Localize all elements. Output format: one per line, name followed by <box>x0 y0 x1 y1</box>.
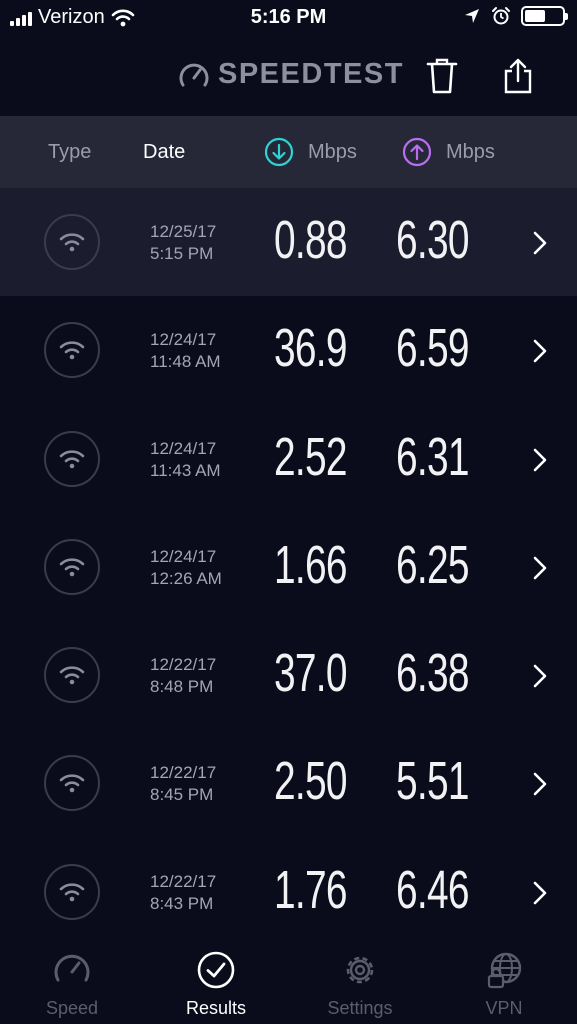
gear-icon <box>346 956 374 984</box>
result-datetime: 12/24/17 12:26 AM <box>150 546 222 590</box>
wifi-icon <box>59 774 85 793</box>
result-date: 12/22/17 <box>150 655 217 675</box>
connection-type-badge <box>44 863 100 920</box>
speedometer-logo-icon <box>179 63 209 86</box>
result-time: 8:45 PM <box>150 785 214 805</box>
column-date[interactable]: Date <box>143 116 185 188</box>
share-button[interactable] <box>496 54 540 98</box>
upload-speed: 5.51 <box>396 751 470 812</box>
result-row[interactable]: 12/22/17 8:43 PM 1.76 6.46 <box>0 838 577 946</box>
result-datetime: 12/22/17 8:48 PM <box>150 654 216 698</box>
tab-settings[interactable]: Settings <box>288 940 432 1024</box>
upload-speed: 6.59 <box>396 318 470 379</box>
download-unit-label: Mbps <box>308 140 357 163</box>
tab-results-label: Results <box>185 998 247 1018</box>
download-speed: 1.76 <box>274 859 348 920</box>
connection-type-badge <box>44 430 100 487</box>
result-time: 5:15 PM <box>150 244 214 263</box>
result-date: 12/24/17 <box>150 438 217 458</box>
app-header: SPEEDTEST <box>0 38 577 116</box>
speedtest-logo: SPEEDTEST <box>178 58 404 91</box>
logo-text: SPEEDTEST <box>218 58 404 90</box>
download-speed: 1.66 <box>274 534 348 595</box>
chevron-right-icon <box>533 448 547 471</box>
chevron-right-icon <box>533 664 547 688</box>
connection-type-badge <box>44 214 100 270</box>
column-download[interactable]: Mbps <box>264 116 357 188</box>
check-circle-icon <box>197 951 235 989</box>
result-time: 11:43 AM <box>150 460 221 480</box>
upload-speed: 6.25 <box>396 534 470 595</box>
result-date: 12/22/17 <box>150 871 217 891</box>
result-date: 12/24/17 <box>150 330 217 350</box>
tab-vpn[interactable]: VPN <box>432 940 576 1024</box>
result-date: 12/22/17 <box>150 763 217 783</box>
tab-vpn-label: VPN <box>485 998 523 1018</box>
upload-speed: 6.31 <box>396 426 470 487</box>
wifi-icon <box>59 558 85 577</box>
result-time: 12:26 AM <box>150 568 222 588</box>
share-icon <box>504 58 532 94</box>
result-row[interactable]: 12/22/17 8:45 PM 2.50 5.51 <box>0 729 577 837</box>
result-time: 8:43 PM <box>150 893 214 913</box>
chevron-right-icon <box>533 773 547 796</box>
result-datetime: 12/22/17 8:45 PM <box>150 762 216 806</box>
location-arrow-icon <box>465 9 479 23</box>
status-right <box>463 6 568 26</box>
result-datetime: 12/22/17 8:43 PM <box>150 871 216 915</box>
result-date: 12/25/17 <box>150 222 217 241</box>
upload-arrow-icon <box>402 137 432 167</box>
result-row[interactable]: 12/24/17 11:43 AM 2.52 6.31 <box>0 405 577 513</box>
tab-results[interactable]: Results <box>144 940 288 1024</box>
tab-settings-label: Settings <box>327 998 393 1018</box>
tab-bar: Speed Results Settings VPN <box>0 940 577 1024</box>
speedometer-icon <box>54 954 90 982</box>
results-column-header: Type Date Mbps Mbps <box>0 116 577 188</box>
chevron-right-icon <box>533 881 547 905</box>
result-datetime: 12/24/17 11:48 AM <box>150 329 221 373</box>
download-speed: 36.9 <box>274 318 348 379</box>
wifi-icon <box>59 233 85 252</box>
wifi-icon <box>59 449 85 468</box>
wifi-icon <box>59 341 85 360</box>
download-speed: 2.50 <box>274 751 348 812</box>
alarm-clock-icon <box>492 7 510 25</box>
battery-icon <box>521 6 568 26</box>
connection-type-badge <box>44 538 100 595</box>
trash-icon <box>426 58 458 94</box>
result-row[interactable]: 12/24/17 12:26 AM 1.66 6.25 <box>0 513 577 621</box>
result-row[interactable]: 12/24/17 11:48 AM 36.9 6.59 <box>0 296 577 404</box>
results-list: 12/25/17 5:15 PM 0.88 6.30 12/24/17 11:4… <box>0 188 577 946</box>
upload-speed: 6.38 <box>396 643 470 704</box>
download-speed: 37.0 <box>274 643 348 704</box>
result-time: 8:48 PM <box>150 677 214 697</box>
column-type[interactable]: Type <box>48 116 91 188</box>
download-speed: 2.52 <box>274 426 348 487</box>
status-bar: Verizon 5:16 PM <box>0 0 577 38</box>
result-row[interactable]: 12/22/17 8:48 PM 37.0 6.38 <box>0 621 577 729</box>
result-row[interactable]: 12/25/17 5:15 PM 0.88 6.30 <box>0 188 577 297</box>
chevron-right-icon <box>533 556 547 580</box>
connection-type-badge <box>44 755 100 812</box>
connection-type-badge <box>44 322 100 379</box>
upload-speed: 6.46 <box>396 859 470 920</box>
vpn-globe-lock-icon <box>487 952 522 989</box>
result-date: 12/24/17 <box>150 546 217 566</box>
chevron-right-icon <box>533 339 547 363</box>
wifi-icon <box>59 666 85 685</box>
delete-results-button[interactable] <box>420 54 464 98</box>
result-datetime: 12/25/17 5:15 PM <box>150 221 216 265</box>
download-arrow-icon <box>264 137 294 167</box>
wifi-icon <box>59 883 85 902</box>
tab-speed-label: Speed <box>45 998 99 1018</box>
connection-type-badge <box>44 647 100 704</box>
upload-unit-label: Mbps <box>446 140 495 163</box>
result-datetime: 12/24/17 11:43 AM <box>150 438 221 482</box>
result-time: 11:48 AM <box>150 352 221 372</box>
download-speed: 0.88 <box>274 210 348 270</box>
tab-speed[interactable]: Speed <box>0 940 144 1024</box>
upload-speed: 6.30 <box>396 210 470 270</box>
chevron-right-icon <box>533 231 547 255</box>
column-upload[interactable]: Mbps <box>402 116 495 188</box>
